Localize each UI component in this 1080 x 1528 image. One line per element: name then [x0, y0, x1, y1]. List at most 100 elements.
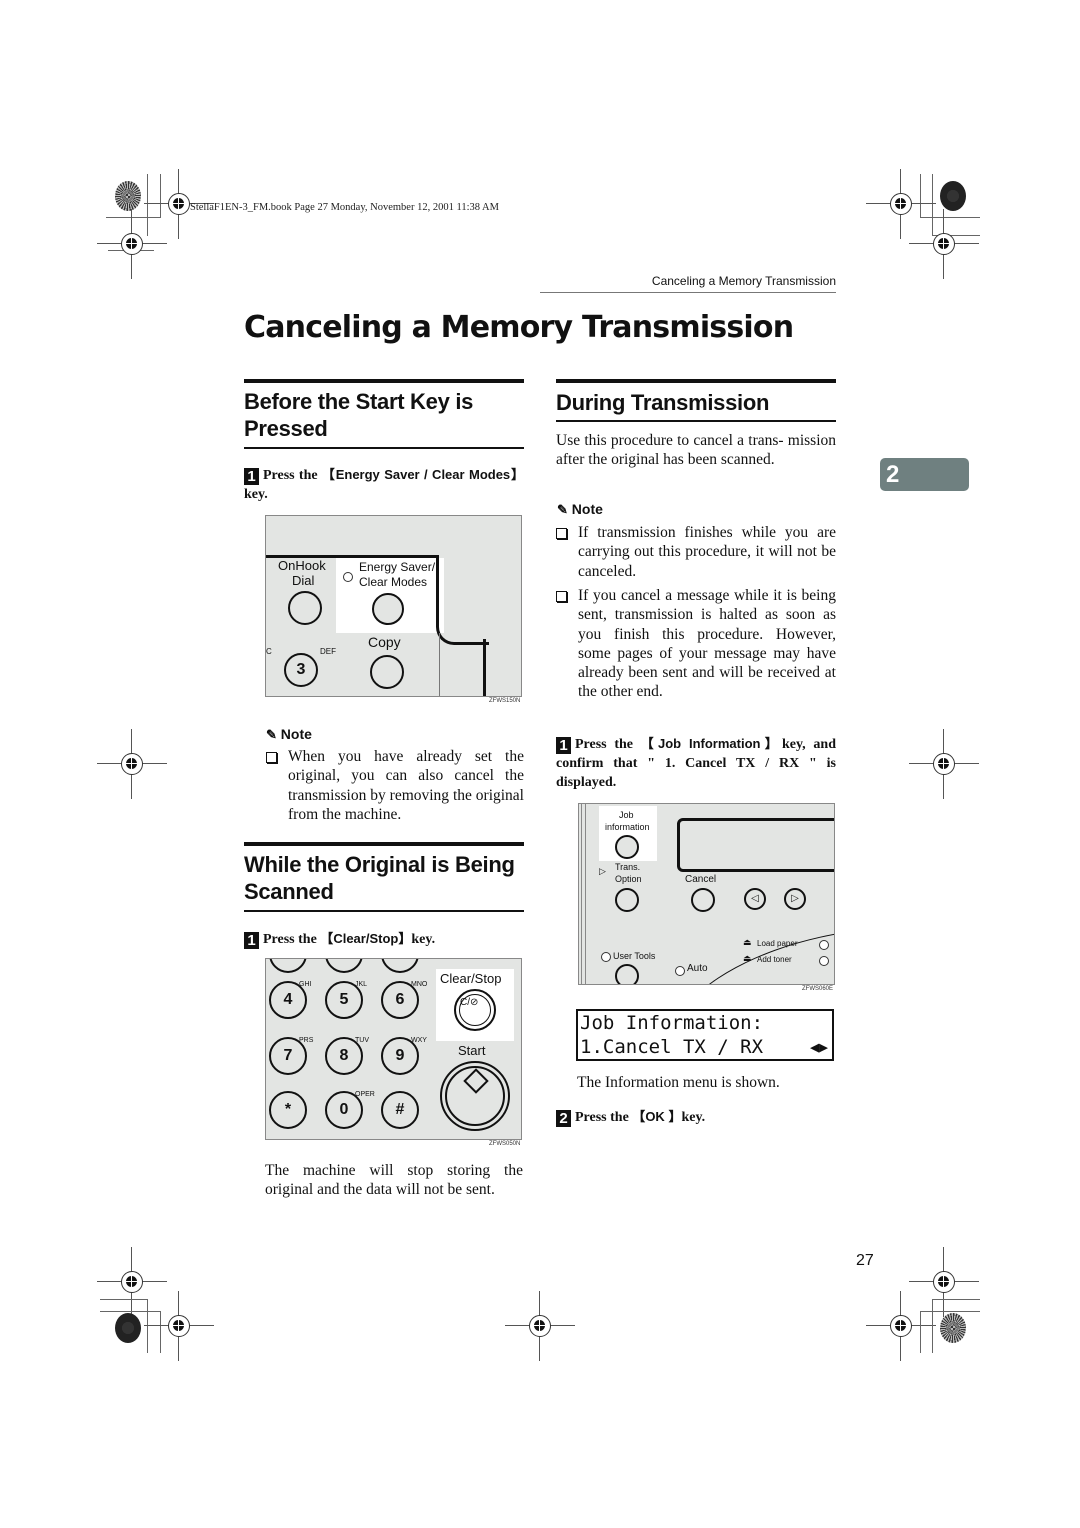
running-head: Canceling a Memory Transmission: [540, 274, 836, 293]
key-name: Energy Saver / Clear Modes: [335, 467, 511, 482]
key-3-button[interactable]: 3: [284, 653, 318, 687]
arrow-right-button[interactable]: ▷: [784, 888, 806, 910]
panel-edge: [483, 639, 486, 696]
user-tools-button[interactable]: [615, 964, 639, 984]
add-toner-icon: ⏏: [743, 953, 752, 963]
note-heading: ✎ Note: [557, 501, 603, 518]
label-load-paper: Load paper: [757, 939, 798, 948]
label-job: Job: [619, 810, 634, 820]
chapter-tab: 2: [880, 458, 969, 491]
label-trans: Trans.: [615, 862, 641, 872]
label-user-tools: User Tools: [613, 951, 656, 961]
figure-id: ZFWS060E: [802, 986, 834, 992]
indicator-led-icon: [819, 940, 829, 950]
lcd-display: Job Information: 1.Cancel TX / RX ◀▶: [576, 1009, 834, 1061]
step-text: Press the: [575, 737, 641, 752]
panel-edge: [436, 622, 489, 645]
note-item-text: If transmission finishes while you are c…: [578, 524, 836, 580]
step-1: 1 Press the 【Job Information】key, and con…: [556, 734, 836, 792]
energy-saver-button[interactable]: [372, 593, 404, 625]
label-abc: C: [266, 647, 272, 656]
registration-mark-icon: [909, 209, 979, 279]
crop-line: [920, 1311, 980, 1312]
section-title: While the Original is Being Scanned: [244, 851, 515, 905]
lcd-line-2-row: 1.Cancel TX / RX ◀▶: [580, 1035, 832, 1059]
note-heading-text: Note: [280, 726, 312, 742]
onhook-dial-button[interactable]: [288, 591, 322, 625]
key-bracket: 】: [510, 467, 524, 482]
section-title-line: While the Original is Being: [244, 852, 515, 877]
indicator-led-icon: [675, 966, 685, 976]
page-title: Canceling a Memory Transmission: [244, 310, 794, 345]
lcd-line-2: 1.Cancel TX / RX: [580, 1036, 764, 1058]
step-text: key.: [411, 932, 436, 947]
key-bracket: 【: [632, 1109, 646, 1124]
section-title-line: Scanned: [244, 879, 334, 904]
indicator-led-icon: [819, 956, 829, 966]
job-information-button[interactable]: [615, 835, 639, 859]
keypad-key-star[interactable]: *: [269, 1091, 307, 1129]
registration-rosette-icon: [940, 1313, 966, 1343]
step-number: 1: [556, 737, 571, 754]
section-rule: [244, 447, 524, 449]
key-bracket: 【: [640, 736, 659, 751]
label-clear-modes: Clear Modes: [359, 575, 428, 589]
key-letters: TUV: [355, 1037, 369, 1044]
figure-id: ZFWS150N: [489, 698, 521, 704]
copy-button[interactable]: [370, 655, 404, 689]
section-title: Before the Start Key is Pressed: [244, 388, 473, 442]
registration-mark-icon: [909, 729, 979, 799]
key-letters: MNO: [411, 981, 428, 988]
note-item: If transmission finishes while you are c…: [556, 523, 836, 581]
note-item: When you have already set the original, …: [266, 747, 524, 824]
figure-id: ZFWS050N: [489, 1141, 521, 1147]
panel-edge: [436, 555, 439, 625]
arrow-left-button[interactable]: ◁: [744, 888, 766, 910]
step-number: 1: [244, 932, 259, 949]
keypad-key-hash[interactable]: #: [381, 1091, 419, 1129]
partial-key: [381, 959, 419, 973]
step-text: key.: [244, 487, 268, 502]
start-button[interactable]: [440, 1061, 510, 1131]
note-heading: ✎ Note: [266, 726, 312, 743]
step-1: 1 Press the 【Energy Saver / Clear Modes】 k…: [244, 465, 524, 504]
partial-key: [269, 959, 307, 973]
step-number: 2: [556, 1110, 571, 1127]
checkbox-bullet-icon: [266, 752, 277, 763]
trans-option-button[interactable]: [615, 888, 639, 912]
section-title: During Transmission: [556, 390, 770, 415]
print-header: StellaF1EN-3_FM.book Page 27 Monday, Nov…: [190, 202, 499, 213]
step-1: 1 Press the 【Clear/Stop】key.: [244, 929, 524, 949]
key-name: Job Information: [658, 736, 761, 751]
section-title-line: Before the Start Key is: [244, 389, 474, 414]
step-text: Press the: [575, 1110, 633, 1125]
section-title-line: Pressed: [244, 416, 328, 441]
label-auto: Auto: [687, 963, 708, 974]
label-option: Option: [615, 874, 642, 884]
panel-edge: [581, 804, 582, 984]
label-add-toner: Add toner: [757, 955, 792, 964]
triangle-right-icon: ▷: [599, 866, 606, 876]
clear-stop-icon: C/⊘: [460, 997, 479, 1008]
crop-line: [100, 1299, 148, 1300]
cancel-button[interactable]: [691, 888, 715, 912]
label-dial: Dial: [292, 573, 315, 588]
panel-illustration-energy-saver: OnHook Dial Energy Saver/ Clear Modes Co…: [265, 515, 522, 697]
key-bracket: 【: [320, 931, 334, 946]
step-number: 1: [244, 468, 259, 485]
result-text: The machine will stop storing the origin…: [265, 1162, 523, 1199]
registration-rosette-icon: [940, 181, 966, 211]
key-letters: GHI: [299, 981, 312, 988]
partial-key: [325, 959, 363, 973]
registration-rosette-icon: [115, 181, 141, 211]
note-heading-text: Note: [571, 501, 603, 517]
triangle-left-icon: ◁: [751, 893, 759, 904]
note-item-text: If you cancel a message while it is bein…: [578, 587, 836, 701]
crop-line: [932, 1299, 980, 1300]
left-right-arrows-icon: ◀▶: [809, 1038, 828, 1056]
panel-edge: [585, 804, 586, 984]
label-onhook: OnHook: [278, 558, 326, 573]
clear-stop-button[interactable]: C/⊘: [454, 989, 496, 1031]
key-bracket: 】: [760, 736, 782, 751]
key-name: Clear/Stop: [333, 931, 399, 946]
